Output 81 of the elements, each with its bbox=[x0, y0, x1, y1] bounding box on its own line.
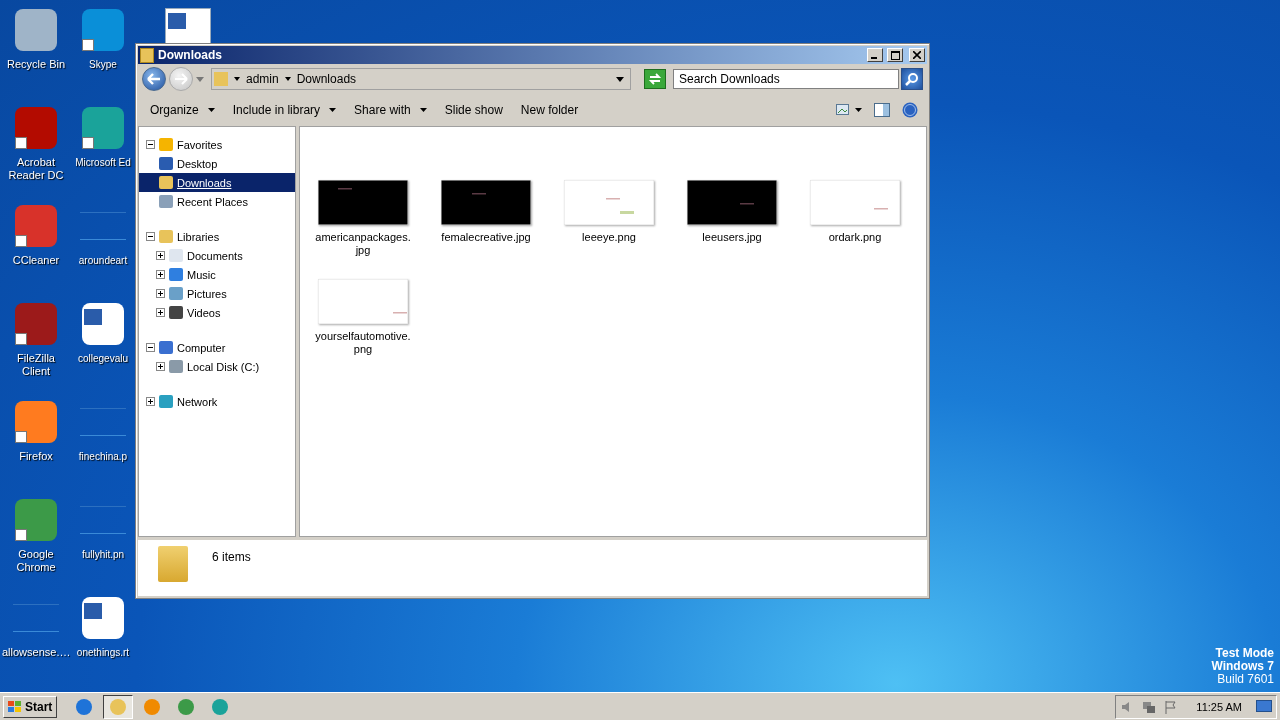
file-name[interactable]: ordark.png bbox=[828, 231, 882, 244]
refresh-button[interactable] bbox=[644, 69, 666, 89]
window-title: Downloads bbox=[158, 48, 222, 62]
start-button[interactable]: Start bbox=[3, 695, 58, 718]
show-desktop-icon[interactable] bbox=[1256, 699, 1272, 714]
file-name[interactable]: yourselfautomotive.png bbox=[315, 330, 411, 356]
caret-icon[interactable] bbox=[284, 77, 291, 81]
file-name[interactable]: americanpackages.jpg bbox=[315, 231, 411, 257]
desktop-icon-label[interactable]: Google Chrome bbox=[2, 548, 70, 574]
desktop-icon-label[interactable]: FileZilla Client bbox=[2, 352, 70, 378]
search-field[interactable]: Search Downloads bbox=[673, 69, 899, 89]
search-icon bbox=[905, 72, 919, 86]
desktop-icon-label[interactable]: Firefox bbox=[19, 450, 53, 463]
nav-item[interactable]: Recent Places bbox=[177, 195, 248, 208]
desktop-icon-label[interactable]: collegevalu bbox=[77, 352, 128, 365]
maximize-button[interactable] bbox=[887, 48, 903, 62]
expander-icon[interactable] bbox=[156, 251, 165, 260]
breadcrumb[interactable]: admin bbox=[246, 72, 279, 86]
desktop-icon-label[interactable]: allowsense.… bbox=[2, 646, 70, 659]
expander-icon[interactable] bbox=[146, 232, 155, 241]
address-bar[interactable]: admin Downloads bbox=[211, 68, 631, 90]
folder-icon bbox=[140, 47, 154, 63]
system-watermark-text: Windows 7 bbox=[1211, 660, 1274, 673]
expander-icon[interactable] bbox=[146, 397, 155, 406]
desktop-icon-label[interactable]: Microsoft Ed bbox=[75, 156, 131, 169]
expander-icon[interactable] bbox=[156, 308, 165, 317]
nav-item[interactable]: Videos bbox=[187, 306, 221, 319]
nav-item[interactable]: Pictures bbox=[187, 287, 227, 300]
nav-item[interactable]: Favorites bbox=[177, 138, 223, 151]
folder-icon bbox=[159, 176, 173, 189]
folder-icon bbox=[214, 72, 228, 86]
desktop-icon-label[interactable]: onethings.rt bbox=[76, 646, 130, 659]
nav-item[interactable]: Downloads bbox=[177, 176, 232, 189]
nav-item[interactable]: Local Disk (C:) bbox=[187, 360, 260, 373]
expander-icon[interactable] bbox=[146, 140, 155, 149]
back-button[interactable] bbox=[142, 67, 166, 91]
item-count: 6 items bbox=[212, 550, 251, 564]
nav-item[interactable]: Network bbox=[177, 395, 218, 408]
caret-icon[interactable] bbox=[234, 77, 240, 81]
desktop-icon-label[interactable]: aroundeart bbox=[78, 254, 128, 267]
minimize-button[interactable] bbox=[867, 48, 883, 62]
close-icon bbox=[913, 51, 921, 59]
maximize-icon bbox=[890, 50, 900, 60]
nav-item[interactable]: Desktop bbox=[177, 157, 218, 170]
toolbar-button[interactable]: Slide show bbox=[436, 100, 511, 120]
file-name[interactable]: leeusers.jpg bbox=[702, 231, 762, 244]
desktop-icon-label[interactable]: Acrobat Reader DC bbox=[2, 156, 70, 182]
nav-item[interactable]: Computer bbox=[177, 341, 226, 354]
expander-icon[interactable] bbox=[146, 343, 155, 352]
search-button[interactable] bbox=[901, 68, 923, 90]
expander-icon[interactable] bbox=[156, 289, 165, 298]
caret-icon[interactable] bbox=[616, 76, 624, 82]
arrow-left-icon bbox=[147, 73, 161, 85]
close-button[interactable] bbox=[909, 48, 925, 62]
toolbar-button[interactable]: Organize bbox=[142, 100, 223, 120]
system-watermark-text: Build 7601 bbox=[1217, 673, 1274, 686]
nav-item[interactable]: Documents bbox=[187, 249, 243, 262]
app-icon[interactable] bbox=[15, 303, 57, 345]
nav-item[interactable]: Libraries bbox=[177, 230, 220, 243]
toolbar-button[interactable]: Include in library bbox=[224, 100, 345, 120]
desktop-icon-label[interactable]: Skype bbox=[89, 58, 117, 71]
desktop-icon-label[interactable]: CCleaner bbox=[12, 254, 60, 267]
system-watermark-text: Test Mode bbox=[1215, 647, 1274, 660]
folder-icon bbox=[158, 546, 188, 582]
file-name[interactable]: femalecreative.jpg bbox=[441, 231, 531, 244]
desktop-icon-label[interactable]: fullyhit.pn bbox=[81, 548, 125, 561]
file-name[interactable]: leeeye.png bbox=[582, 231, 636, 244]
windows-logo-icon bbox=[8, 700, 22, 713]
arrow-right-icon bbox=[174, 73, 188, 85]
expander-icon[interactable] bbox=[156, 362, 165, 371]
desktop-icon-label[interactable]: finechina.p bbox=[78, 450, 128, 463]
nav-item[interactable]: Music bbox=[187, 268, 216, 281]
breadcrumb[interactable]: Downloads bbox=[296, 72, 357, 86]
refresh-icon bbox=[648, 73, 662, 85]
expander-icon[interactable] bbox=[156, 270, 165, 279]
flag-icon[interactable] bbox=[1164, 699, 1179, 714]
clock[interactable]: 11:25 AM bbox=[1196, 700, 1242, 713]
toolbar-button[interactable]: New folder bbox=[512, 100, 587, 120]
toolbar-button[interactable]: Share with bbox=[346, 100, 435, 120]
taskbar-app-button[interactable] bbox=[103, 694, 134, 719]
desktop-icon-label[interactable]: Recycle Bin bbox=[6, 58, 66, 71]
